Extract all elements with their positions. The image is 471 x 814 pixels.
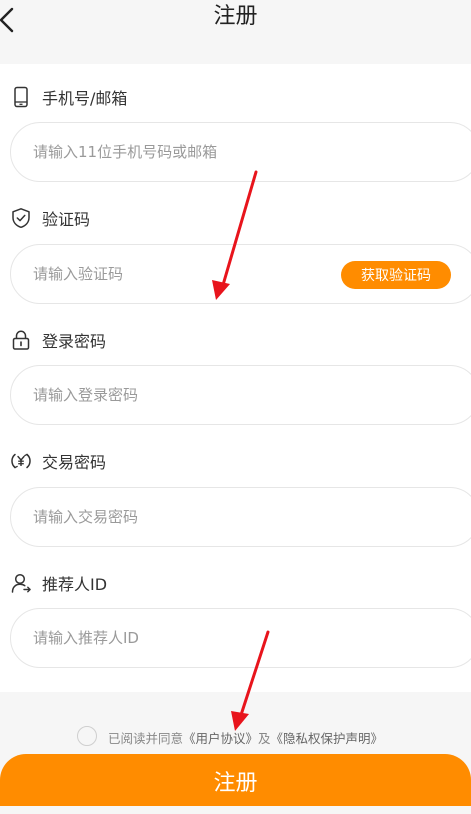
phone-email-field-box <box>10 122 471 182</box>
register-button[interactable]: 注册 <box>0 754 471 806</box>
phone-email-label-text: 手机号/邮箱 <box>42 89 128 108</box>
phone-icon <box>14 86 28 108</box>
referrer-id-input[interactable] <box>33 609 333 667</box>
privacy-statement-link[interactable]: 《隐私权保护声明》 <box>271 731 384 746</box>
referrer-id-label-text: 推荐人ID <box>42 575 108 594</box>
login-password-input[interactable] <box>33 366 333 424</box>
lock-icon <box>12 330 30 350</box>
agreement-prefix: 已阅读并同意 <box>108 731 184 746</box>
login-password-label: 登录密码 <box>10 327 106 353</box>
trade-password-label: 交易密码 <box>10 448 106 474</box>
get-code-button[interactable]: 获取验证码 <box>341 261 451 289</box>
user-referral-icon <box>11 573 31 593</box>
agreement-row: 已阅读并同意《用户协议》及《隐私权保护声明》 <box>0 724 471 750</box>
login-password-label-text: 登录密码 <box>42 332 107 351</box>
phone-email-input[interactable] <box>33 123 333 181</box>
agreement-text: 已阅读并同意《用户协议》及《隐私权保护声明》 <box>108 728 383 747</box>
trade-password-input[interactable] <box>33 488 333 546</box>
trade-password-field-box <box>10 487 471 547</box>
yuan-exchange-icon <box>11 453 31 469</box>
login-password-field-box <box>10 365 471 425</box>
shield-check-icon <box>12 208 30 229</box>
referrer-id-label: 推荐人ID <box>10 570 107 596</box>
header-bar: 注册 <box>0 0 471 50</box>
verify-code-label: 验证码 <box>10 205 90 231</box>
agreement-checkbox[interactable] <box>77 726 97 746</box>
referrer-id-field-box <box>10 608 471 668</box>
phone-email-label: 手机号/邮箱 <box>10 84 127 110</box>
page-title: 注册 <box>213 4 258 29</box>
verify-code-input[interactable] <box>33 245 323 303</box>
trade-password-label-text: 交易密码 <box>42 453 107 472</box>
verify-code-field-box: 获取验证码 <box>10 244 471 304</box>
agreement-joiner: 及 <box>258 731 271 746</box>
verify-code-label-text: 验证码 <box>42 210 91 229</box>
user-agreement-link[interactable]: 《用户协议》 <box>183 731 258 746</box>
